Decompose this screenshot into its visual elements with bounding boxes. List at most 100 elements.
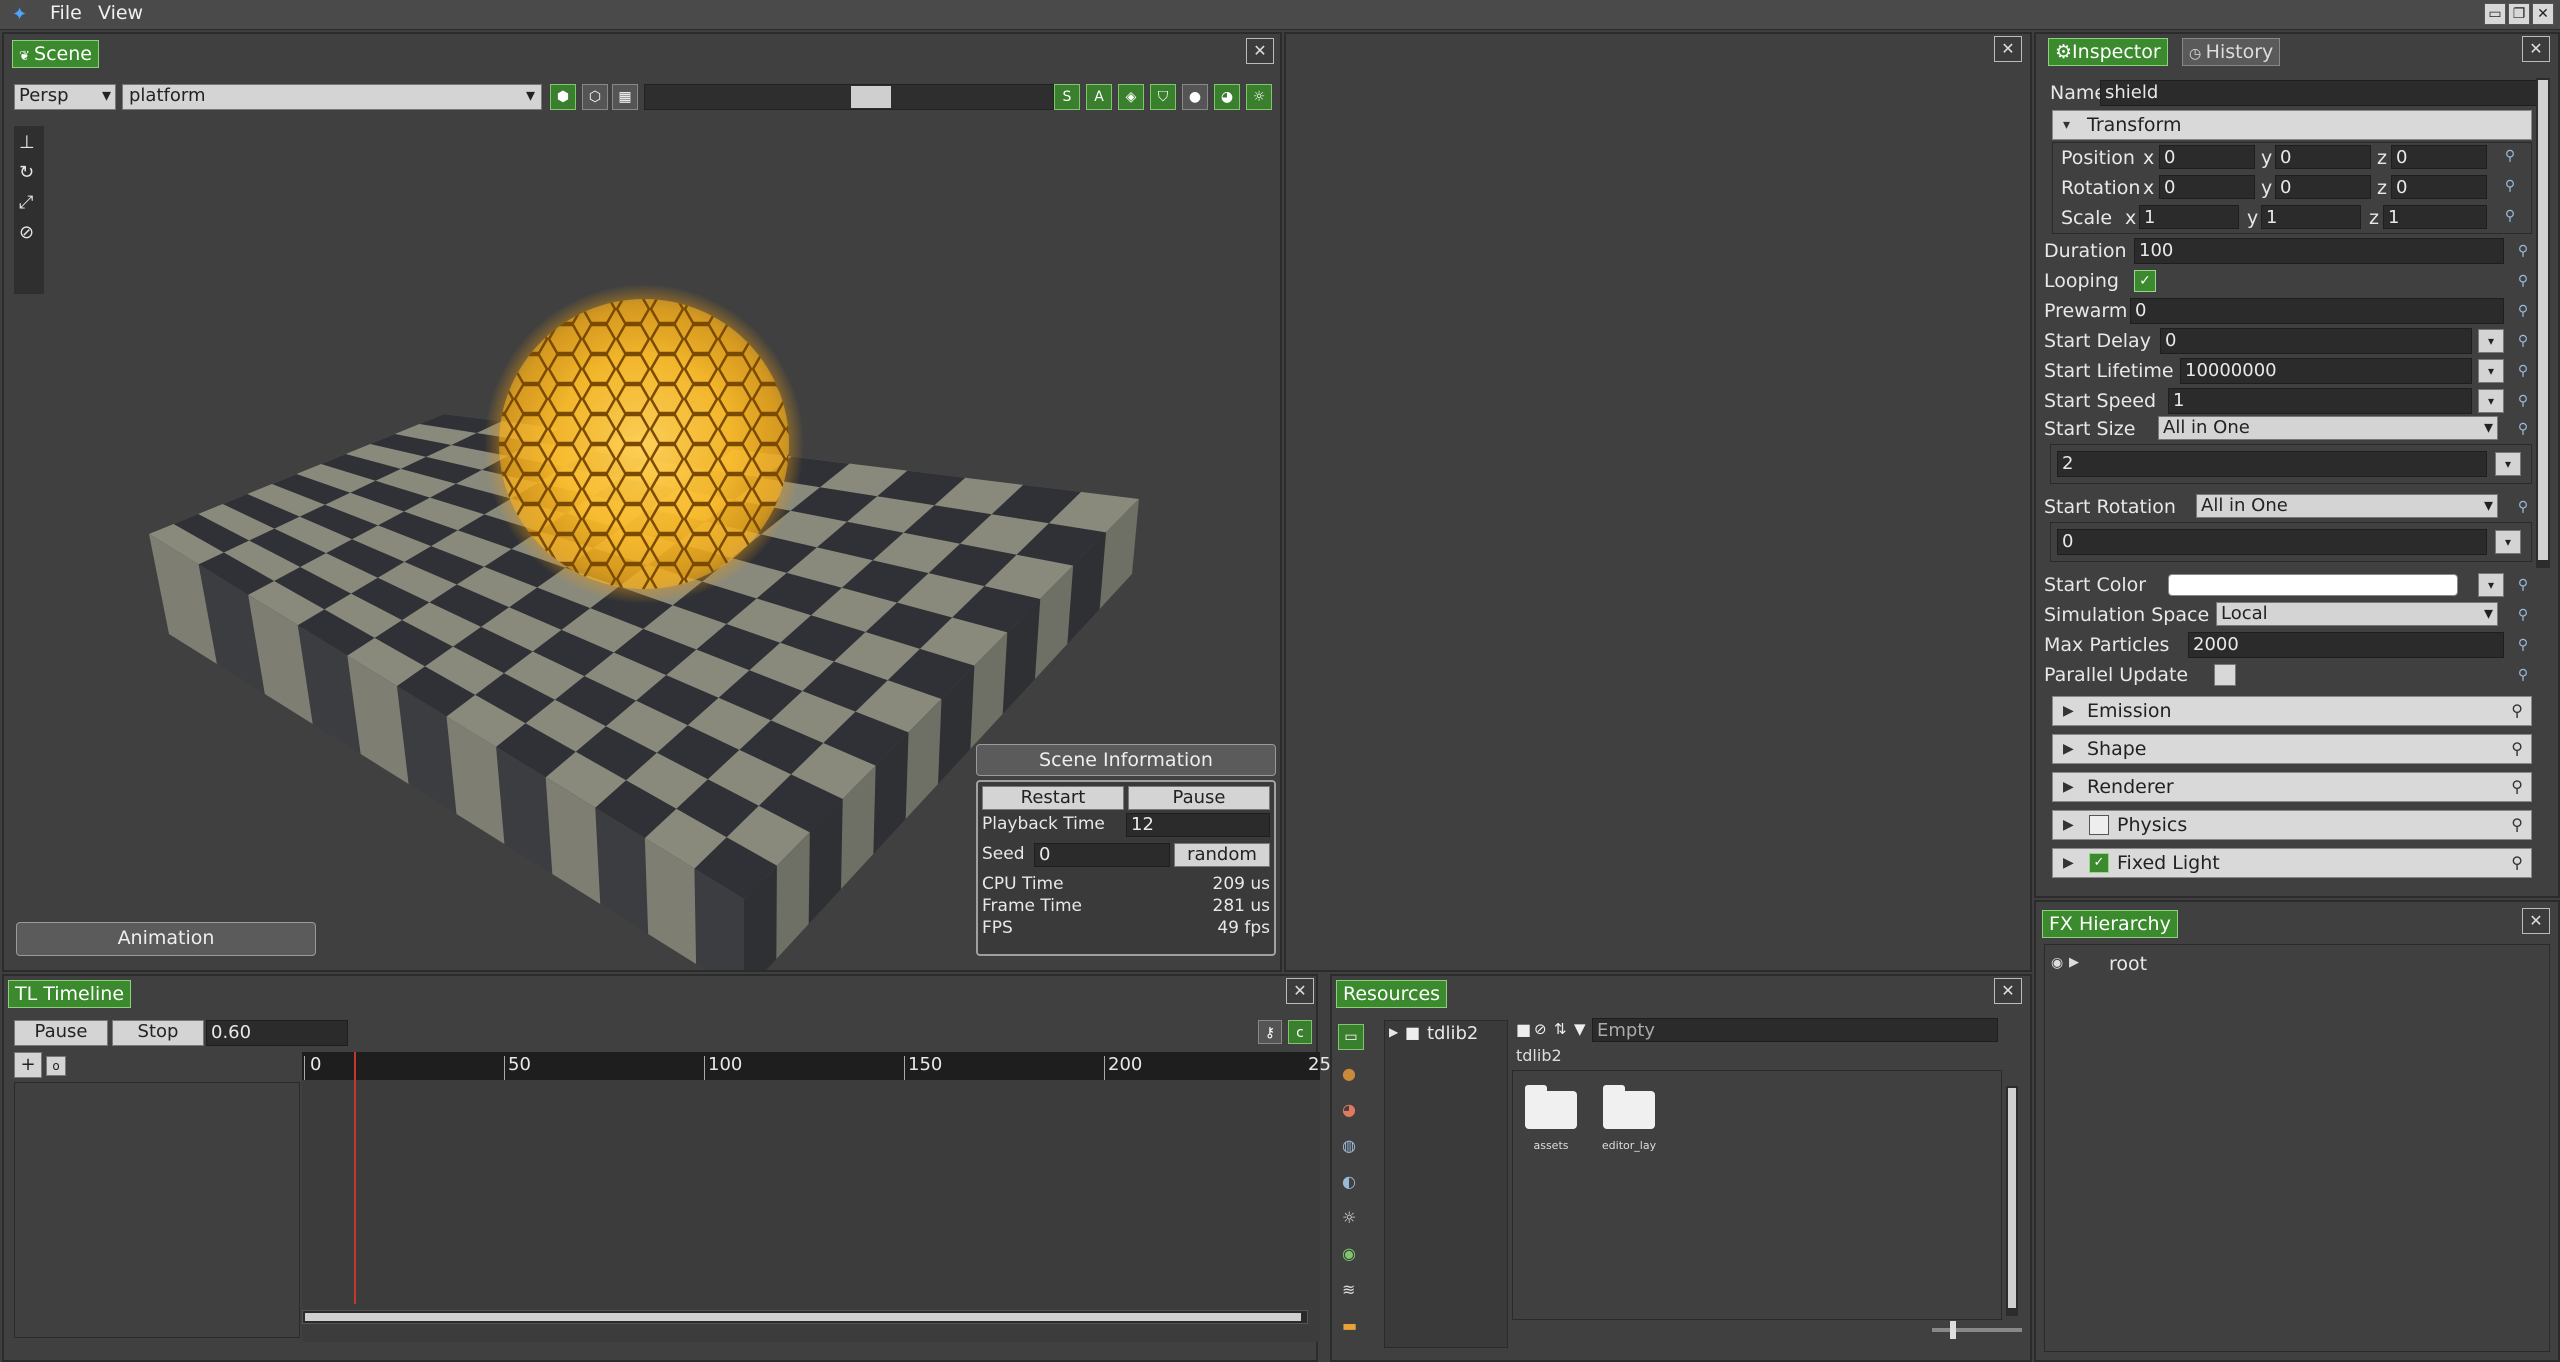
start-size-mode-select[interactable]: All in One ▾ — [2158, 416, 2498, 440]
tree-item-root[interactable]: ◉ ▶ root — [2049, 953, 2349, 977]
curve-icon[interactable]: ≋ — [1342, 1280, 1355, 1299]
zoom-slider-handle[interactable] — [1950, 1321, 1956, 1339]
prewarm-field[interactable]: 0 — [2130, 298, 2504, 324]
chevron-down-icon[interactable]: ▾ — [2495, 452, 2521, 476]
sun-icon[interactable]: ☼ — [1246, 84, 1272, 110]
position-z-field[interactable]: 0 — [2391, 145, 2487, 169]
simulation-space-select[interactable]: Local ▾ — [2216, 602, 2498, 626]
menu-view[interactable]: View — [98, 2, 143, 24]
scene-info-title[interactable]: Scene Information — [976, 744, 1276, 776]
empty-panel-close-button[interactable]: ✕ — [1994, 36, 2022, 62]
search-icon[interactable]: ⚲ — [2514, 302, 2532, 320]
search-icon[interactable]: ⚲ — [2501, 177, 2519, 195]
duration-field[interactable]: 100 — [2134, 238, 2504, 264]
scale-z-field[interactable]: 1 — [2383, 205, 2487, 229]
search-icon[interactable]: ⚲ — [2514, 272, 2532, 290]
transform-section-header[interactable]: ▾ Transform — [2052, 110, 2532, 140]
emission-section-header[interactable]: ▶ Emission ⚲ — [2052, 696, 2532, 726]
start-size-field[interactable]: 2 — [2057, 451, 2487, 477]
search-icon[interactable]: ⚲ — [2514, 576, 2532, 594]
folder-icon[interactable]: ▭ — [1338, 1024, 1364, 1050]
timeline-scrollbar-thumb[interactable] — [305, 1313, 1301, 1321]
search-icon[interactable]: ⚲ — [2501, 207, 2519, 225]
folder-item-assets[interactable]: assets — [1523, 1085, 1579, 1165]
start-lifetime-field[interactable]: 10000000 — [2180, 358, 2472, 384]
timeline-pause-button[interactable]: Pause — [14, 1020, 108, 1046]
search-icon[interactable]: ⚲ — [2514, 636, 2532, 654]
pause-button[interactable]: Pause — [1128, 786, 1270, 810]
tab-inspector[interactable]: ⚙Inspector — [2048, 38, 2168, 66]
timeline-ruler[interactable]: 0 50 100 150 200 25 — [302, 1052, 1331, 1080]
expand-icon[interactable]: ▶ — [2069, 955, 2079, 970]
grid-cube-icon[interactable]: ▦ — [612, 84, 638, 110]
search-icon[interactable]: ⚲ — [2514, 362, 2532, 380]
mesh-icon[interactable]: ◍ — [1342, 1136, 1356, 1155]
folder-icon[interactable]: ■ — [1516, 1020, 1531, 1039]
timeline-time-field[interactable]: 0.60 — [206, 1020, 348, 1046]
search-icon[interactable]: ⚲ — [2514, 498, 2532, 516]
shield-icon[interactable]: ⛉ — [1150, 84, 1176, 110]
start-rotation-mode-select[interactable]: All in One ▾ — [2196, 494, 2498, 518]
start-rotation-field[interactable]: 0 — [2057, 529, 2487, 555]
timeline-track-area[interactable]: 0 50 100 150 200 25 — [302, 1052, 1331, 1342]
material-icon[interactable]: ● — [1342, 1064, 1356, 1083]
tab-history[interactable]: ◷ History — [2182, 38, 2281, 66]
add-track-button[interactable]: + — [14, 1052, 42, 1078]
chevron-down-icon[interactable]: ▾ — [2478, 359, 2504, 383]
fixed-light-section-header[interactable]: ▶ ✓ Fixed Light ⚲ — [2052, 848, 2532, 878]
looping-checkbox[interactable]: ✓ — [2134, 270, 2156, 292]
tab-resources[interactable]: Resources — [1336, 980, 1448, 1008]
tab-fx-hierarchy[interactable]: FX Hierarchy — [2042, 910, 2178, 938]
rotation-y-field[interactable]: 0 — [2275, 175, 2371, 199]
rotation-z-field[interactable]: 0 — [2391, 175, 2487, 199]
inspector-scrollbar[interactable] — [2536, 78, 2550, 568]
start-speed-field[interactable]: 1 — [2168, 388, 2472, 414]
tab-timeline[interactable]: TL Timeline — [8, 980, 132, 1008]
track-option-button[interactable]: o — [46, 1056, 66, 1076]
rotation-x-field[interactable]: 0 — [2159, 175, 2255, 199]
animation-button[interactable]: Animation — [16, 922, 316, 956]
restart-button[interactable]: Restart — [982, 786, 1124, 810]
sphere-icon[interactable]: ● — [1182, 84, 1208, 110]
minimize-button[interactable]: ▭ — [2484, 3, 2506, 25]
search-icon[interactable]: ⚲ — [2511, 811, 2523, 839]
slider-handle[interactable] — [851, 86, 891, 108]
random-button[interactable]: random — [1174, 843, 1270, 867]
scene-select[interactable]: platform ▾ — [122, 84, 542, 110]
loop-icon[interactable]: c — [1288, 1020, 1312, 1044]
timeline-close-button[interactable]: ✕ — [1286, 978, 1314, 1004]
search-icon[interactable]: ⚲ — [2511, 735, 2523, 763]
color-wheel-icon[interactable]: ◉ — [1342, 1244, 1356, 1263]
search-icon[interactable]: ⚲ — [2511, 773, 2523, 801]
scene-slider[interactable] — [644, 84, 1054, 110]
resource-scrollbar[interactable] — [2006, 1086, 2018, 1316]
fx-hierarchy-close-button[interactable]: ✕ — [2522, 908, 2550, 934]
folder-item-editor-lay[interactable]: editor_lay — [1593, 1085, 1665, 1165]
tool-a-button[interactable]: A — [1086, 84, 1112, 110]
wire-cube-icon[interactable]: ⬡ — [582, 84, 608, 110]
search-icon[interactable]: ⚲ — [2514, 242, 2532, 260]
color-ball-icon[interactable]: ◕ — [1214, 84, 1240, 110]
filter-icon[interactable]: ▼ — [1574, 1020, 1586, 1038]
maximize-button[interactable]: ❐ — [2508, 3, 2530, 25]
eye-icon[interactable]: ◉ — [2051, 955, 2063, 971]
search-icon[interactable]: ⚲ — [2514, 420, 2532, 438]
max-particles-field[interactable]: 2000 — [2188, 632, 2504, 658]
tree-item-tdlib2[interactable]: ▶ ■ tdlib2 — [1389, 1023, 1505, 1047]
zoom-slider[interactable] — [1932, 1321, 2022, 1339]
seed-field[interactable]: 0 — [1034, 843, 1170, 867]
fixed-light-checkbox[interactable]: ✓ — [2089, 853, 2109, 873]
chevron-down-icon[interactable]: ▾ — [2495, 530, 2521, 554]
search-icon[interactable]: ⚲ — [2514, 392, 2532, 410]
hide-icon[interactable]: ⊘ — [1534, 1020, 1547, 1038]
search-icon[interactable]: ⚲ — [2514, 666, 2532, 684]
scene-close-button[interactable]: ✕ — [1246, 38, 1274, 64]
parallel-update-checkbox[interactable] — [2214, 664, 2236, 686]
position-y-field[interactable]: 0 — [2275, 145, 2371, 169]
search-icon[interactable]: ⚲ — [2511, 849, 2523, 877]
search-icon[interactable]: ⚲ — [2511, 697, 2523, 725]
resource-scrollbar-thumb[interactable] — [2008, 1088, 2016, 1308]
tab-scene[interactable]: ❦ Scene — [12, 40, 99, 68]
gradient-icon[interactable]: ▬ — [1342, 1316, 1357, 1335]
search-icon[interactable]: ⚲ — [2514, 606, 2532, 624]
